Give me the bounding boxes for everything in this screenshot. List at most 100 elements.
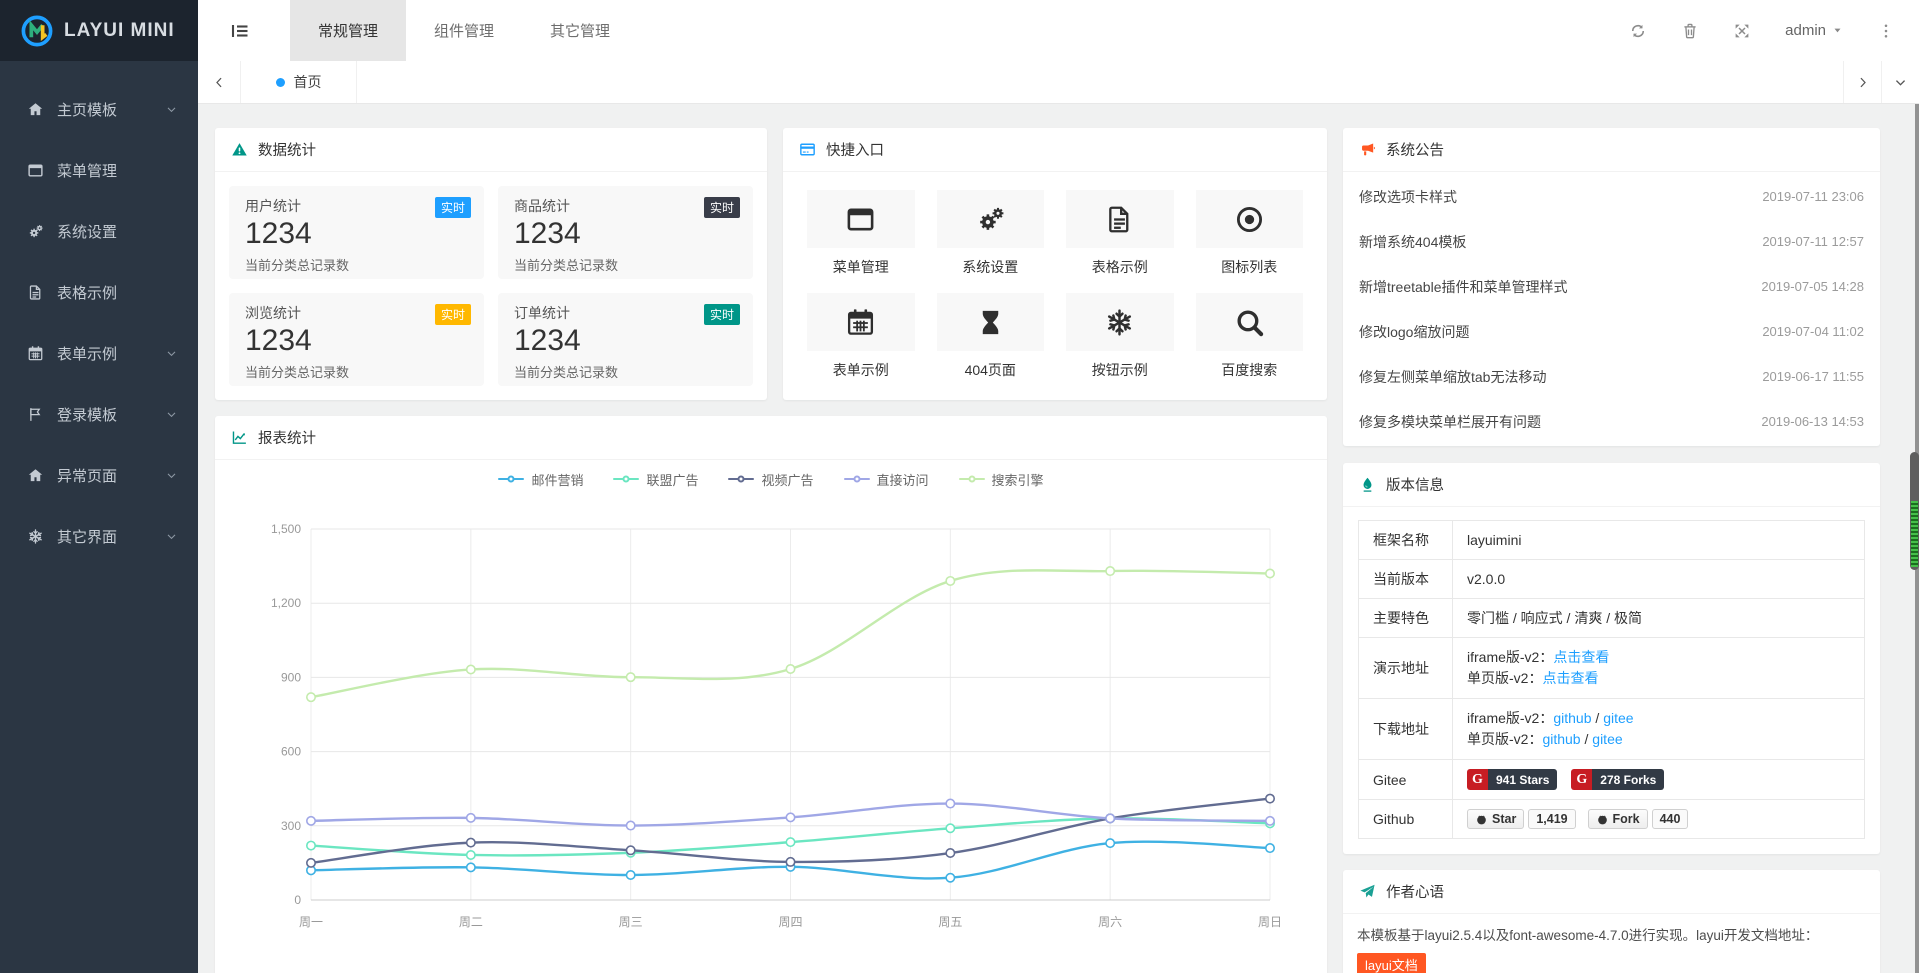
calendar-icon <box>27 345 44 362</box>
sidebar-item-table-examples[interactable]: 表格示例 <box>0 262 198 323</box>
fullscreen-icon[interactable] <box>1733 22 1751 40</box>
svg-text:周四: 周四 <box>778 915 802 929</box>
legend-item-direct[interactable]: 直接访问 <box>844 470 929 489</box>
quick-entry-card: 快捷入口 菜单管理 系统设置 表格示例 <box>783 128 1327 400</box>
active-tab-dot <box>276 78 285 87</box>
tabs-scroll-left-button[interactable] <box>198 61 241 103</box>
quick-entry-menu-management[interactable]: 菜单管理 <box>807 190 915 277</box>
svg-text:周日: 周日 <box>1258 915 1282 929</box>
status-badge: 实时 <box>435 197 471 218</box>
gitee-forks-badge[interactable]: G278 Forks <box>1571 769 1664 790</box>
legend-marker <box>959 478 985 481</box>
header-nav-components[interactable]: 组件管理 <box>406 0 522 61</box>
stat-box-views[interactable]: 浏览统计 1234 当前分类总记录数 实时 <box>229 293 484 386</box>
header-actions: admin <box>1629 22 1919 40</box>
tabs-menu-button[interactable] <box>1881 61 1919 103</box>
download-onepage-gitee-link[interactable]: gitee <box>1592 731 1622 747</box>
author-words-body: 本模板基于layui2.5.4以及font-awesome-4.7.0进行实现。… <box>1343 914 1880 973</box>
calendar-icon <box>845 307 876 338</box>
sidebar-item-form-examples[interactable]: 表单示例 <box>0 323 198 384</box>
tab-home[interactable]: 首页 <box>241 61 357 103</box>
more-options-icon[interactable] <box>1877 22 1895 40</box>
status-badge: 实时 <box>704 304 740 325</box>
table-row: 框架名称 layuimini <box>1359 521 1865 560</box>
quick-entry-form-example[interactable]: 表单示例 <box>807 293 915 380</box>
header-nav-others[interactable]: 其它管理 <box>522 0 638 61</box>
clear-cache-trash-icon[interactable] <box>1681 22 1699 40</box>
svg-text:周六: 周六 <box>1098 915 1122 929</box>
gears-icon <box>27 223 44 240</box>
quick-entry-button-example[interactable]: 按钮示例 <box>1066 293 1174 380</box>
gitee-stars-badge[interactable]: G941 Stars <box>1467 769 1557 790</box>
svg-text:300: 300 <box>281 819 301 833</box>
svg-text:周三: 周三 <box>619 915 643 929</box>
sidebar-item-home-templates[interactable]: 主页模板 <box>0 79 198 140</box>
tabs-scroll-right-button[interactable] <box>1843 61 1881 103</box>
download-iframe-github-link[interactable]: github <box>1553 710 1591 726</box>
announcement-row: 修改logo缩放问题2019-07-04 11:02 <box>1359 309 1864 354</box>
user-menu[interactable]: admin <box>1785 22 1843 39</box>
header-nav: 常规管理 组件管理 其它管理 <box>290 0 638 61</box>
sidebar: LAYUI MINI 主页模板 菜单管理 系统设置 表格示例 表单示例 登录模板 <box>0 0 198 973</box>
window-icon <box>27 162 44 179</box>
search-icon <box>1234 307 1265 338</box>
caret-down-icon <box>1832 25 1843 36</box>
chevron-down-icon <box>1893 75 1908 90</box>
svg-text:0: 0 <box>294 893 301 907</box>
page-scrollbar <box>1915 104 1919 973</box>
sidebar-item-error-pages[interactable]: 异常页面 <box>0 445 198 506</box>
legend-item-email[interactable]: 邮件营销 <box>498 470 583 489</box>
demo-iframe-link[interactable]: 点击查看 <box>1553 649 1609 665</box>
version-info-header: 版本信息 <box>1343 463 1880 507</box>
quick-entry-icon-list[interactable]: 图标列表 <box>1196 190 1304 277</box>
github-fork-count[interactable]: 440 <box>1652 809 1689 829</box>
quick-entry-404-page[interactable]: 404页面 <box>937 293 1045 380</box>
status-badge: 实时 <box>704 197 740 218</box>
octocat-icon <box>1475 813 1488 826</box>
legend-item-video-ads[interactable]: 视频广告 <box>728 470 813 489</box>
quick-entry-header: 快捷入口 <box>783 128 1327 172</box>
legend-item-union-ads[interactable]: 联盟广告 <box>613 470 698 489</box>
version-info-card: 版本信息 框架名称 layuimini 当前版本 v2.0.0 主要特色 零门槛… <box>1343 463 1880 854</box>
report-chart: 03006009001,2001,500周一周二周三周四周五周六周日 <box>231 498 1311 948</box>
stat-box-orders[interactable]: 订单统计 1234 当前分类总记录数 实时 <box>498 293 753 386</box>
legend-marker <box>728 478 754 481</box>
table-row: 演示地址 iframe版-v2：点击查看 单页版-v2：点击查看 <box>1359 638 1865 699</box>
tab-bar-controls <box>1843 61 1919 103</box>
chevron-down-icon <box>165 103 178 116</box>
sidebar-item-login-templates[interactable]: 登录模板 <box>0 384 198 445</box>
legend-marker <box>844 478 870 481</box>
scrollbar-thumb[interactable] <box>1910 452 1919 570</box>
hourglass-icon <box>975 307 1006 338</box>
stat-box-users[interactable]: 用户统计 1234 当前分类总记录数 实时 <box>229 186 484 279</box>
gears-icon <box>975 204 1006 235</box>
quick-entry-table-example[interactable]: 表格示例 <box>1066 190 1174 277</box>
stat-box-products[interactable]: 商品统计 1234 当前分类总记录数 实时 <box>498 186 753 279</box>
window-icon <box>845 204 876 235</box>
sidebar-menu: 主页模板 菜单管理 系统设置 表格示例 表单示例 登录模板 异常页面 <box>0 61 198 567</box>
top-header: 常规管理 组件管理 其它管理 admin <box>198 0 1919 61</box>
sidebar-item-menu-management[interactable]: 菜单管理 <box>0 140 198 201</box>
github-star-button[interactable]: Star <box>1467 809 1524 829</box>
scrollbar-thumb-stripes <box>1911 501 1918 567</box>
header-nav-general[interactable]: 常规管理 <box>290 0 406 61</box>
download-onepage-github-link[interactable]: github <box>1542 731 1580 747</box>
layui-doc-badge[interactable]: layui文档 <box>1357 953 1426 973</box>
app-logo[interactable]: LAYUI MINI <box>0 0 198 61</box>
status-badge: 实时 <box>435 304 471 325</box>
quick-entry-baidu-search[interactable]: 百度搜索 <box>1196 293 1304 380</box>
legend-item-search-engine[interactable]: 搜索引擎 <box>959 470 1044 489</box>
sidebar-item-other-ui[interactable]: 其它界面 <box>0 506 198 567</box>
collapse-sidebar-icon[interactable] <box>228 19 252 43</box>
download-iframe-gitee-link[interactable]: gitee <box>1603 710 1633 726</box>
layui-mini-logo-icon <box>20 14 54 48</box>
quick-entry-system-settings[interactable]: 系统设置 <box>937 190 1045 277</box>
github-star-count[interactable]: 1,419 <box>1528 809 1575 829</box>
github-fork-button[interactable]: Fork <box>1588 809 1648 829</box>
refresh-icon[interactable] <box>1629 22 1647 40</box>
announcement-row: 修改选项卡样式2019-07-11 23:06 <box>1359 174 1864 219</box>
quick-entry-grid: 菜单管理 系统设置 表格示例 图标列表 <box>783 172 1327 380</box>
sidebar-item-system-settings[interactable]: 系统设置 <box>0 201 198 262</box>
chevron-down-icon <box>165 469 178 482</box>
demo-onepage-link[interactable]: 点击查看 <box>1542 670 1598 686</box>
